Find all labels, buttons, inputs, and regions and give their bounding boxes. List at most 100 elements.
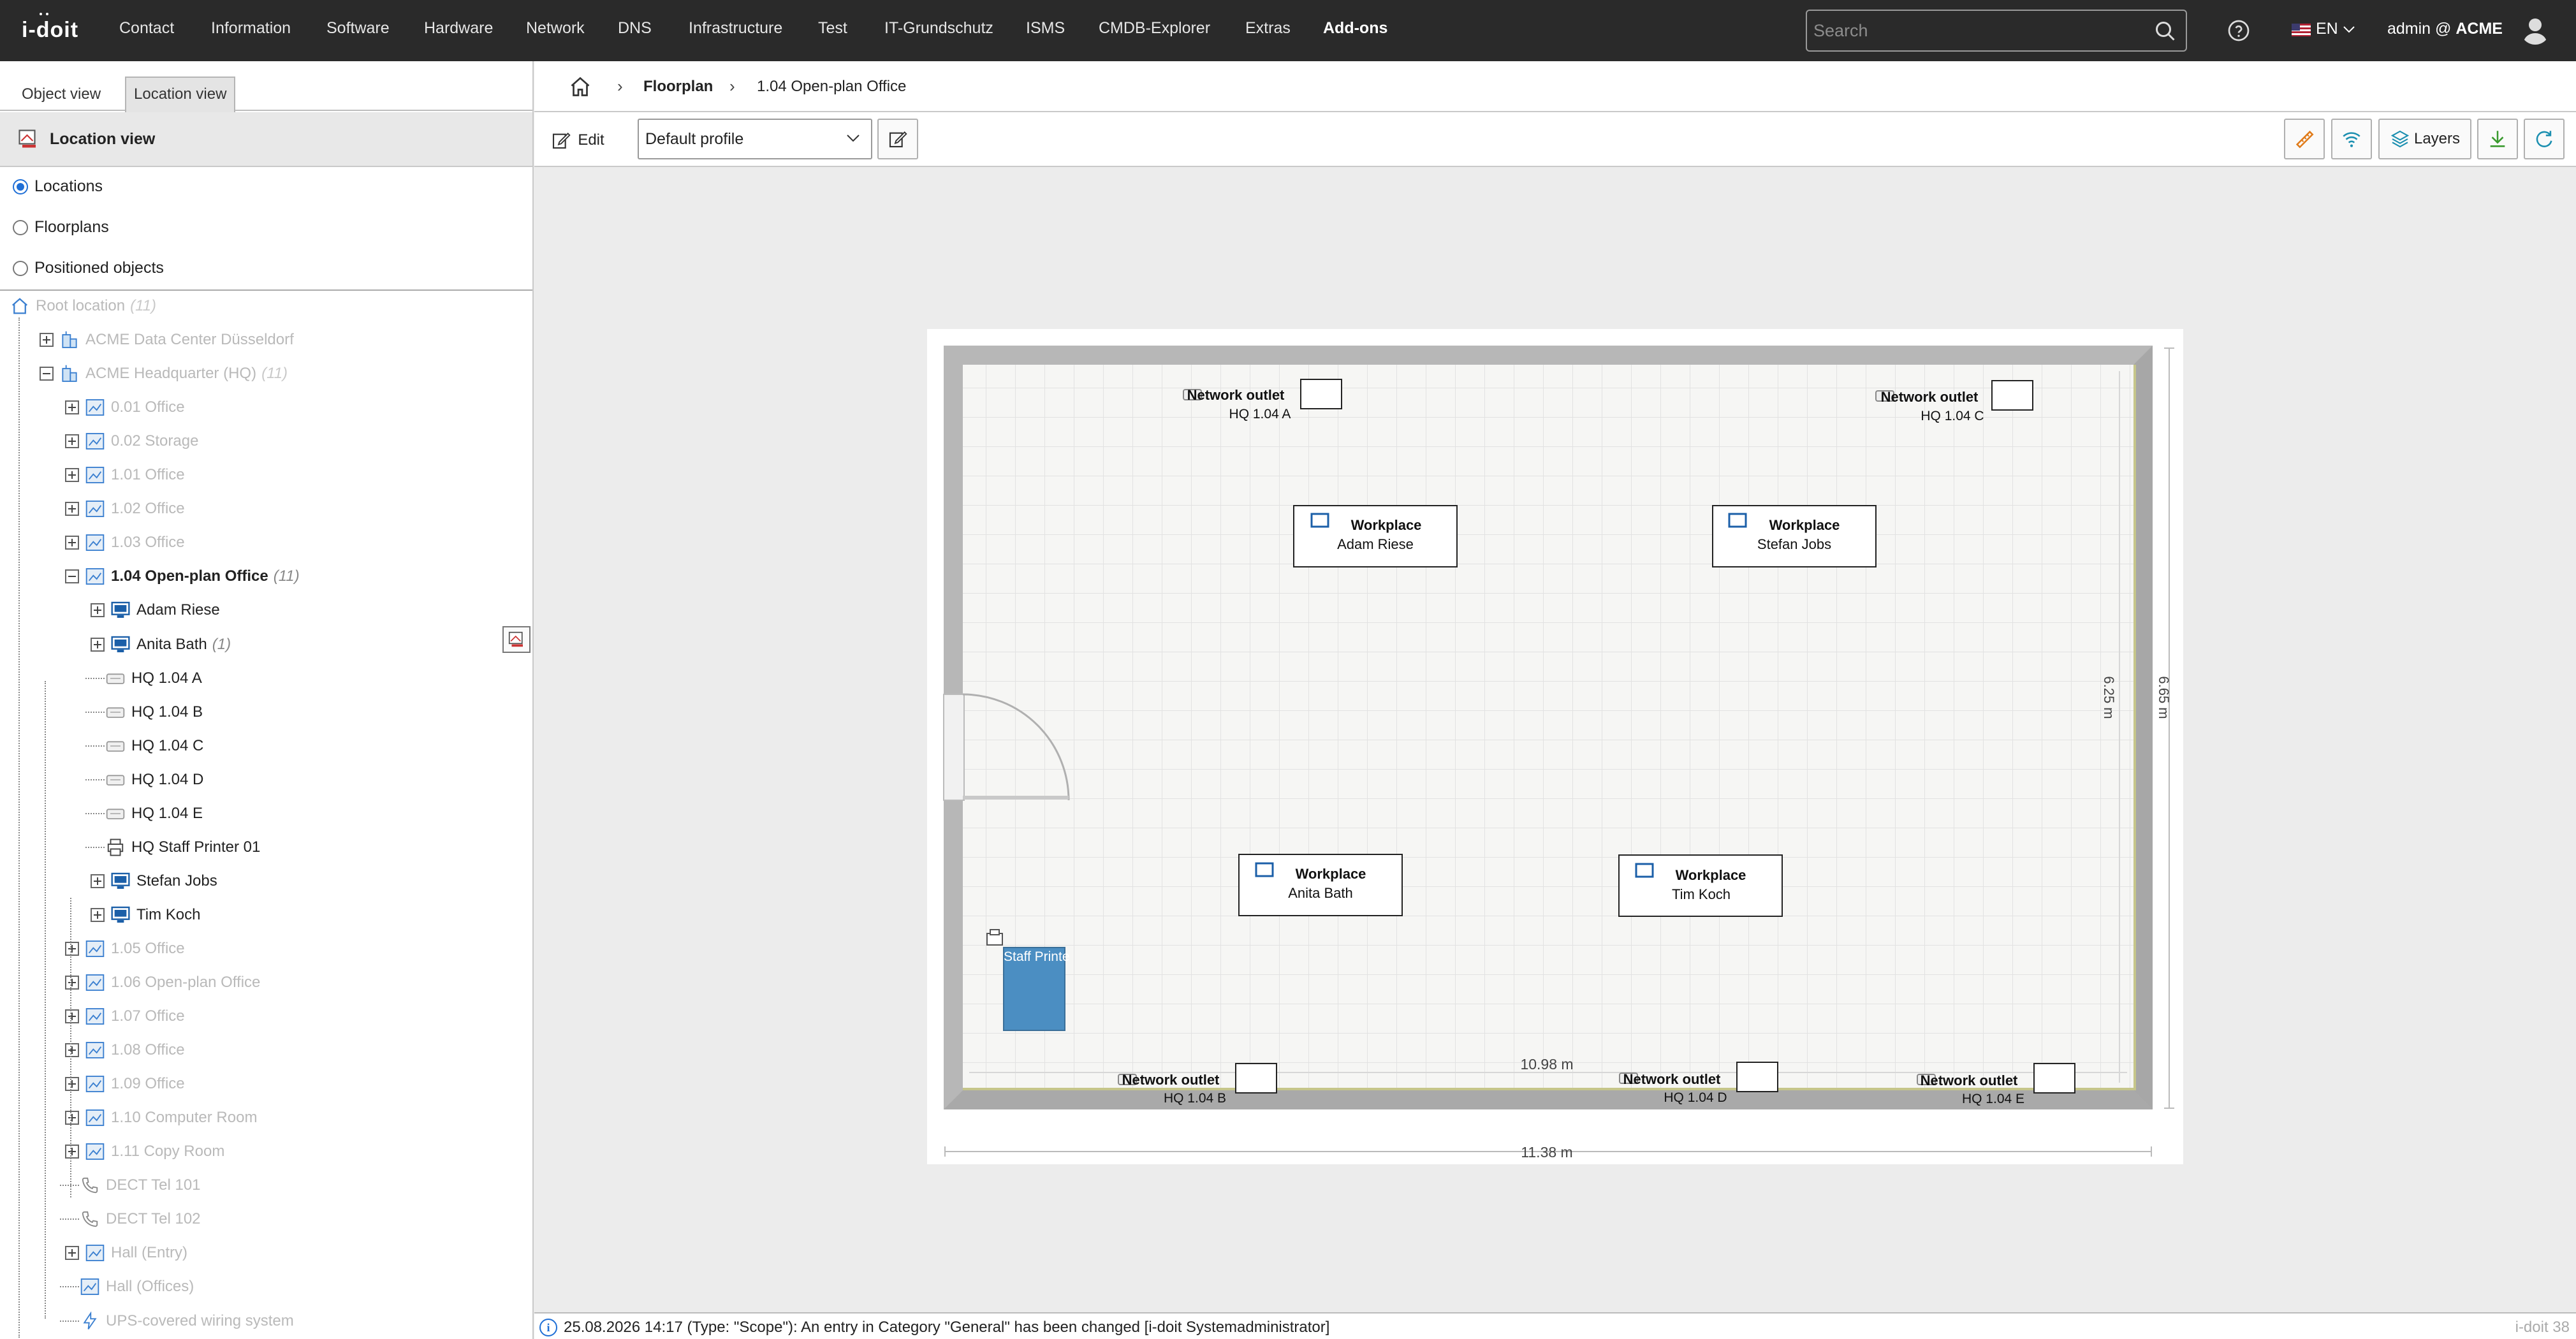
tree-node[interactable]: 1.10 Computer Room — [65, 1105, 257, 1130]
tree-node-label[interactable]: 1.09 Office — [111, 1075, 185, 1093]
radio-positioned-objects[interactable]: Positioned objects — [13, 259, 164, 277]
tree-node[interactable]: 0.02 Storage — [65, 428, 198, 454]
expand-icon[interactable] — [40, 333, 54, 348]
nav-hardware[interactable]: Hardware — [424, 19, 493, 38]
radio-button[interactable] — [13, 219, 28, 235]
workplace-adam-riese[interactable]: Workplace Adam Riese — [1293, 505, 1458, 567]
expand-icon[interactable] — [91, 907, 105, 922]
radio-button[interactable] — [13, 260, 28, 276]
nav-it-grundschutz[interactable]: IT-Grundschutz — [884, 19, 993, 38]
tree-node-label[interactable]: HQ 1.04 A — [131, 670, 202, 687]
nav-information[interactable]: Information — [211, 19, 291, 38]
user-avatar-icon[interactable] — [2521, 15, 2550, 45]
tree-node-label[interactable]: 1.08 Office — [111, 1041, 185, 1059]
expand-icon[interactable] — [65, 976, 79, 990]
nav-extras[interactable]: Extras — [1245, 19, 1291, 38]
tree-node-label[interactable]: 1.02 Office — [111, 500, 185, 518]
search-box[interactable] — [1806, 10, 2187, 52]
measure-button[interactable] — [2284, 119, 2325, 159]
tree-node[interactable]: Stefan Jobs — [91, 868, 217, 894]
tree-node-label[interactable]: Hall (Offices) — [106, 1278, 194, 1296]
nav-add-ons[interactable]: Add-ons — [1323, 19, 1387, 38]
tree-node[interactable]: Adam Riese — [91, 597, 220, 623]
layers-button[interactable]: Layers — [2378, 119, 2471, 159]
tree-node-label[interactable]: Stefan Jobs — [136, 872, 217, 890]
tree-node[interactable]: DECT Tel 101 — [60, 1173, 201, 1198]
tree-node[interactable]: HQ 1.04 E — [85, 801, 203, 826]
tree-node[interactable]: HQ 1.04 D — [85, 767, 203, 793]
nav-software[interactable]: Software — [326, 19, 390, 38]
nav-dns[interactable]: DNS — [618, 19, 652, 38]
language-selector[interactable]: EN — [2316, 20, 2355, 38]
expand-icon[interactable] — [65, 434, 79, 449]
tree-node-label[interactable]: Root location — [36, 297, 125, 315]
nav-contact[interactable]: Contact — [119, 19, 174, 38]
tree-node-label[interactable]: HQ 1.04 B — [131, 703, 203, 721]
tree-node-label[interactable]: ACME Headquarter (HQ) — [85, 365, 256, 383]
radio-floorplans[interactable]: Floorplans — [13, 218, 109, 237]
tree-node-label[interactable]: DECT Tel 102 — [106, 1210, 201, 1228]
tree-node-label[interactable]: UPS-covered wiring system — [106, 1312, 294, 1330]
i-doit-logo[interactable]: i-doit — [22, 18, 78, 43]
tree-node-label[interactable]: Anita Bath — [136, 636, 207, 654]
download-button[interactable] — [2477, 119, 2518, 159]
tree-node[interactable]: HQ 1.04 C — [85, 733, 203, 759]
tree-node-label[interactable]: DECT Tel 101 — [106, 1176, 201, 1194]
tree-node[interactable]: Hall (Entry) — [65, 1240, 187, 1266]
tree-node-label[interactable]: 1.06 Open-plan Office — [111, 974, 260, 991]
edit-button[interactable]: Edit — [546, 120, 610, 161]
tree-node-label[interactable]: 1.01 Office — [111, 466, 185, 484]
expand-icon[interactable] — [91, 603, 105, 618]
user-menu[interactable]: admin @ ACME — [2387, 20, 2503, 38]
expand-icon[interactable] — [65, 1111, 79, 1125]
tree-node[interactable]: 1.06 Open-plan Office — [65, 970, 260, 995]
expand-icon[interactable] — [65, 1043, 79, 1058]
tree-node-label[interactable]: Hall (Entry) — [111, 1244, 187, 1262]
tree-node-label[interactable]: HQ 1.04 D — [131, 771, 203, 789]
expand-icon[interactable] — [65, 536, 79, 550]
collapse-icon[interactable] — [65, 569, 79, 584]
tree-node-label[interactable]: HQ 1.04 C — [131, 737, 203, 755]
expand-icon[interactable] — [65, 400, 79, 415]
nav-cmdb-explorer[interactable]: CMDB-Explorer — [1099, 19, 1210, 38]
expand-icon[interactable] — [65, 941, 79, 956]
expand-icon[interactable] — [65, 1246, 79, 1261]
tree-node[interactable]: HQ Staff Printer 01 — [85, 835, 260, 860]
tree-node-label[interactable]: 1.07 Office — [111, 1007, 185, 1025]
tree-node-label[interactable]: ACME Data Center Düsseldorf — [85, 331, 294, 349]
nav-infrastructure[interactable]: Infrastructure — [689, 19, 782, 38]
tree-node-label[interactable]: 1.04 Open-plan Office — [111, 567, 268, 585]
tree-node[interactable]: HQ 1.04 B — [85, 699, 203, 725]
tree-node-label[interactable]: 1.05 Office — [111, 940, 185, 958]
tree-node[interactable]: 1.01 Office — [65, 462, 185, 488]
workplace-tim-koch[interactable]: Workplace Tim Koch — [1618, 854, 1783, 917]
tree-node-label[interactable]: 0.01 Office — [111, 399, 185, 416]
workplace-anita-bath[interactable]: Workplace Anita Bath — [1238, 854, 1403, 916]
edit-profile-button[interactable] — [877, 119, 918, 159]
tab-location-view[interactable]: Location view — [125, 77, 236, 112]
tree-node[interactable]: HQ 1.04 A — [85, 666, 202, 691]
tree-node[interactable]: 1.08 Office — [65, 1037, 185, 1063]
expand-icon[interactable] — [91, 874, 105, 888]
tree-node-label[interactable]: HQ 1.04 E — [131, 805, 203, 823]
radio-locations[interactable]: Locations — [13, 177, 103, 196]
expand-icon[interactable] — [65, 1077, 79, 1092]
refresh-button[interactable] — [2524, 119, 2565, 159]
expand-icon[interactable] — [65, 502, 79, 516]
floorplan-canvas[interactable]: 10.98 m 6.25 m 6.65 m 11.38 m Network ou… — [927, 329, 2183, 1164]
tree-node[interactable]: Root location (11) — [9, 293, 156, 319]
tree-node-label[interactable]: 1.10 Computer Room — [111, 1109, 257, 1127]
tree-node[interactable]: 1.09 Office — [65, 1071, 185, 1097]
tree-node[interactable]: ACME Headquarter (HQ) (11) — [40, 361, 288, 386]
radio-button[interactable] — [13, 179, 28, 194]
tree-node[interactable]: Tim Koch — [91, 902, 200, 928]
tree-node[interactable]: Anita Bath (1) — [91, 632, 231, 657]
search-input[interactable] — [1813, 17, 2145, 44]
tree-node-label[interactable]: 1.03 Office — [111, 534, 185, 552]
tree-node[interactable]: 1.05 Office — [65, 936, 185, 962]
tree-node[interactable]: UPS-covered wiring system — [60, 1308, 294, 1334]
tree-node-label[interactable]: Tim Koch — [136, 906, 200, 924]
floorplan-svg[interactable]: 10.98 m 6.25 m 6.65 m 11.38 m Network ou… — [927, 329, 2183, 1164]
breadcrumb-floorplan[interactable]: Floorplan — [643, 78, 713, 96]
tree-node[interactable]: 1.04 Open-plan Office (11) — [65, 564, 300, 589]
